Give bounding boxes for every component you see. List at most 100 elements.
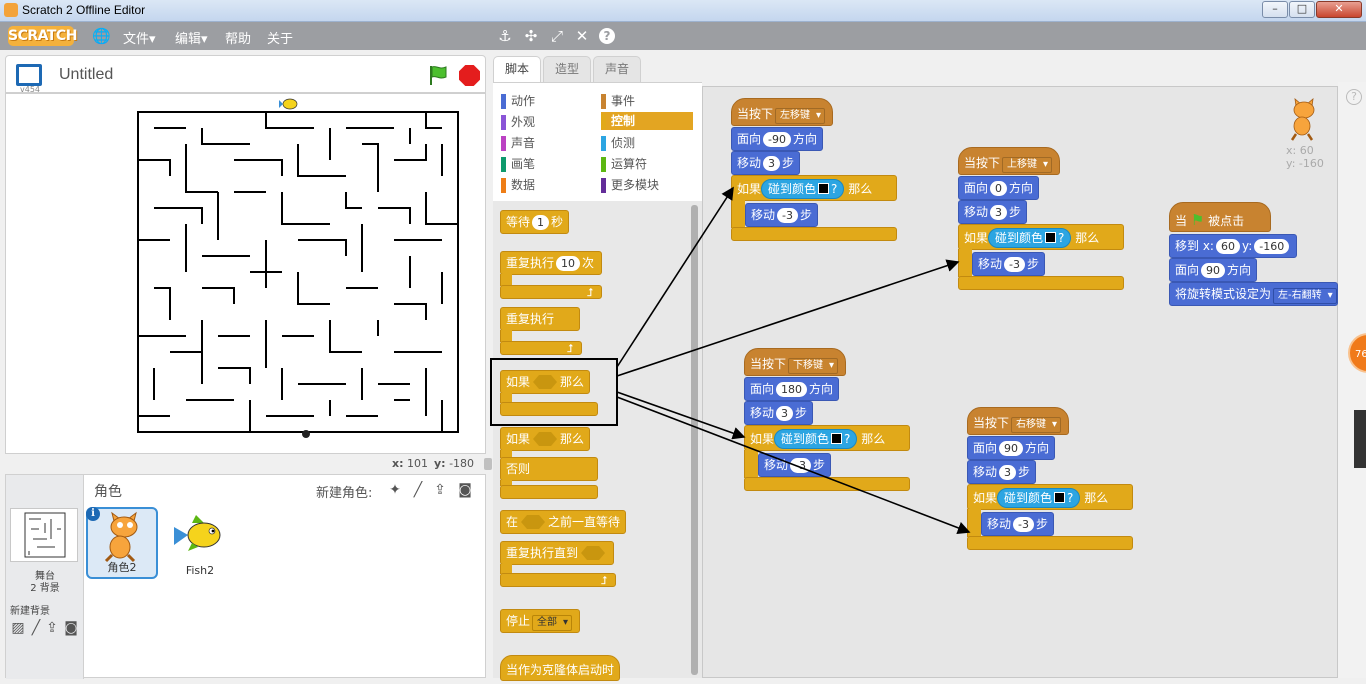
condition-slot-2[interactable] xyxy=(533,432,558,446)
menu-edit[interactable]: 编辑▾ xyxy=(175,28,208,47)
help-button[interactable]: ? xyxy=(1346,89,1362,105)
x-input[interactable]: 60 xyxy=(1215,239,1240,254)
globe-icon[interactable]: 🌐 xyxy=(92,27,111,45)
category-control[interactable]: 控制 xyxy=(601,112,693,130)
category-looks[interactable]: 外观 xyxy=(501,113,593,131)
menu-file[interactable]: 文件▾ xyxy=(123,28,156,47)
scratch-logo[interactable]: SCRATCH xyxy=(8,26,77,46)
block-point-direction[interactable]: 面向 90 方向 xyxy=(967,436,1056,460)
collapse-stage-handle[interactable] xyxy=(484,458,492,470)
hat-when-key-down[interactable]: 当按下 下移键 xyxy=(744,348,847,376)
category-motion[interactable]: 动作 xyxy=(501,92,593,110)
color-swatch[interactable] xyxy=(818,183,830,194)
color-swatch[interactable] xyxy=(1054,492,1066,503)
tab-sounds[interactable]: 声音 xyxy=(593,56,641,82)
block-repeat[interactable]: 重复执行 10 次 xyxy=(500,251,602,275)
block-if-else[interactable]: 如果 那么 xyxy=(500,427,591,451)
category-sound[interactable]: 声音 xyxy=(501,134,593,152)
block-move[interactable]: 移动 3 步 xyxy=(967,460,1037,484)
key-dropdown[interactable]: 左移键 xyxy=(775,108,826,124)
block-point-direction[interactable]: 面向 0 方向 xyxy=(958,176,1040,200)
block-if[interactable]: 如果 碰到颜色? 那么 xyxy=(744,425,910,451)
paint-backdrop-icon[interactable]: ▨ xyxy=(9,619,27,637)
direction-input[interactable]: -90 xyxy=(763,132,791,147)
stage-thumbnail[interactable] xyxy=(10,508,78,562)
stamp-icon[interactable]: ⚓ xyxy=(496,27,514,45)
direction-input[interactable]: 0 xyxy=(990,181,1008,196)
cut-icon[interactable]: ✣ xyxy=(522,27,540,45)
color-swatch[interactable] xyxy=(831,433,843,444)
block-when-clone-start[interactable]: 当作为克隆体启动时 xyxy=(500,655,621,681)
category-operators[interactable]: 运算符 xyxy=(601,155,693,173)
category-data[interactable]: 数据 xyxy=(501,176,593,194)
direction-input[interactable]: 90 xyxy=(999,441,1024,456)
hat-when-key-left[interactable]: 当按下 左移键 xyxy=(731,98,834,126)
category-sensing[interactable]: 侦测 xyxy=(601,134,693,152)
steps-input[interactable]: 3 xyxy=(763,156,781,171)
block-point-direction[interactable]: 面向 90 方向 xyxy=(1169,258,1258,282)
sprite-library-icon[interactable]: ✦ xyxy=(386,481,404,499)
steps-input[interactable]: 3 xyxy=(990,205,1008,220)
block-touching-color[interactable]: 碰到颜色? xyxy=(997,488,1081,508)
block-move[interactable]: 移动 3 步 xyxy=(958,200,1028,224)
condition-slot-3[interactable] xyxy=(521,515,546,529)
block-move-back[interactable]: 移动 -3 步 xyxy=(745,203,818,227)
wait-input[interactable]: 1 xyxy=(532,215,550,230)
upload-icon[interactable]: ⇪ xyxy=(43,619,61,637)
help-icon[interactable]: ? xyxy=(599,28,615,44)
block-point-direction[interactable]: 面向 180 方向 xyxy=(744,377,840,401)
direction-input[interactable]: 90 xyxy=(1201,263,1226,278)
paint-sprite-icon[interactable]: ╱ xyxy=(409,481,427,499)
category-more-blocks[interactable]: 更多模块 xyxy=(601,176,693,194)
green-flag-icon[interactable] xyxy=(427,64,449,86)
block-touching-color[interactable]: 碰到颜色? xyxy=(774,429,858,449)
block-set-rotation-style[interactable]: 将旋转模式设定为 左-右翻转 xyxy=(1169,282,1338,306)
hat-when-key-up[interactable]: 当按下 上移键 xyxy=(958,147,1061,175)
upload-sprite-icon[interactable]: ⇪ xyxy=(431,481,449,499)
fullscreen-icon[interactable] xyxy=(16,64,42,86)
sprite-tile-fish[interactable]: Fish2 xyxy=(164,507,236,579)
y-input[interactable]: -160 xyxy=(1254,239,1290,254)
stage-canvas[interactable] xyxy=(5,93,486,454)
color-swatch[interactable] xyxy=(1045,232,1057,243)
steps-input[interactable]: -3 xyxy=(1004,257,1025,272)
project-title[interactable]: Untitled xyxy=(59,66,113,84)
steps-input[interactable]: -3 xyxy=(790,458,811,473)
key-dropdown[interactable]: 右移键 xyxy=(1011,417,1062,433)
condition-slot-4[interactable] xyxy=(581,546,606,560)
block-if[interactable]: 如果 碰到颜色? 那么 xyxy=(958,224,1124,250)
block-move[interactable]: 移动 3 步 xyxy=(731,151,801,175)
steps-input[interactable]: 3 xyxy=(776,406,794,421)
sprite-tile-cat[interactable]: i 角色2 xyxy=(86,507,158,579)
block-forever[interactable]: 重复执行 xyxy=(500,307,580,331)
block-if[interactable]: 如果 碰到颜色? 那么 xyxy=(731,175,897,201)
category-events[interactable]: 事件 xyxy=(601,92,693,110)
direction-input[interactable]: 180 xyxy=(776,382,808,397)
key-dropdown[interactable]: 上移键 xyxy=(1002,157,1053,173)
block-touching-color[interactable]: 碰到颜色? xyxy=(761,179,845,199)
close-button[interactable]: ✕ xyxy=(1316,1,1362,18)
hat-when-flag-clicked[interactable]: 当 ⚑ 被点击 xyxy=(1169,202,1271,232)
rotation-dropdown[interactable]: 左-右翻转 xyxy=(1273,288,1337,304)
block-move-back[interactable]: 移动 -3 步 xyxy=(972,252,1045,276)
palette-scrollbar[interactable] xyxy=(691,205,698,675)
block-point-direction[interactable]: 面向 -90 方向 xyxy=(731,127,823,151)
stop-sign-icon[interactable] xyxy=(459,65,480,86)
hat-when-key-right[interactable]: 当按下 右移键 xyxy=(967,407,1070,435)
repeat-input[interactable]: 10 xyxy=(556,256,581,271)
menu-help[interactable]: 帮助 xyxy=(225,28,251,47)
block-move-back[interactable]: 移动 -3 步 xyxy=(981,512,1054,536)
block-touching-color[interactable]: 碰到颜色? xyxy=(988,228,1072,248)
block-if[interactable]: 如果 碰到颜色? 那么 xyxy=(967,484,1133,510)
key-dropdown[interactable]: 下移键 xyxy=(788,358,839,374)
tab-scripts[interactable]: 脚本 xyxy=(493,56,541,83)
block-go-to-xy[interactable]: 移到 x: 60 y: -160 xyxy=(1169,234,1298,258)
block-repeat-until[interactable]: 重复执行直到 xyxy=(500,541,615,565)
steps-input[interactable]: -3 xyxy=(1013,517,1034,532)
category-pen[interactable]: 画笔 xyxy=(501,155,593,173)
menu-about[interactable]: 关于 xyxy=(267,28,293,47)
grow-icon[interactable]: ⤢ xyxy=(548,27,566,45)
shrink-icon[interactable]: ✕ xyxy=(573,27,591,45)
block-move-back[interactable]: 移动 -3 步 xyxy=(758,453,831,477)
stop-option-dropdown[interactable]: 全部 xyxy=(532,615,573,631)
